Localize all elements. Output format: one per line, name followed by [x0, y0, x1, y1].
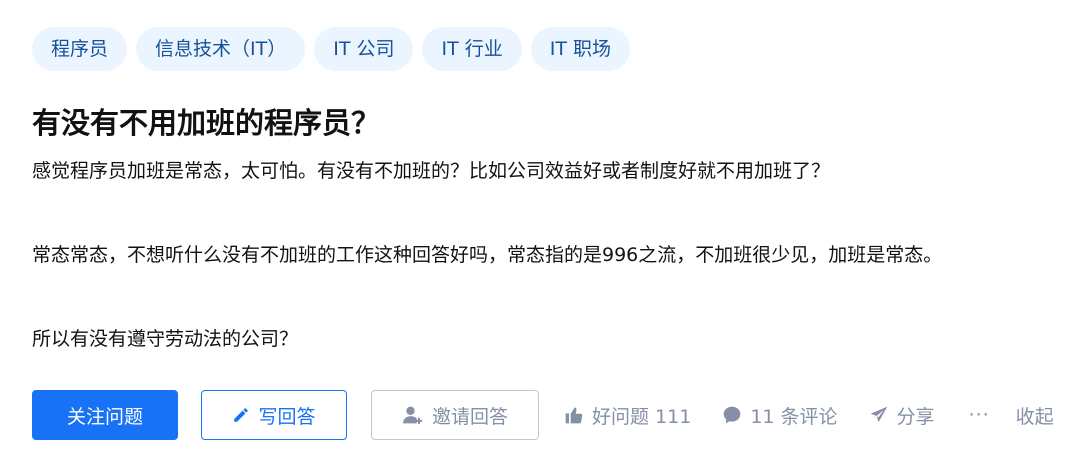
topic-tag-it-workplace[interactable]: IT 职场: [530, 27, 630, 71]
follow-question-button[interactable]: 关注问题: [32, 390, 178, 440]
write-answer-button[interactable]: 写回答: [201, 390, 347, 440]
share-label: 分享: [896, 405, 935, 428]
question-paragraph: 常态常态，不想听什么没有不加班的工作这种回答好吗，常态指的是996之流，不加班很…: [32, 244, 943, 266]
more-icon: ···: [968, 404, 990, 426]
question-paragraph: 感觉程序员加班是常态，太可怕。有没有不加班的？比如公司效益好或者制度好就不用加班…: [32, 160, 831, 182]
invite-answer-button[interactable]: 邀请回答: [371, 390, 539, 440]
question-header: 程序员 信息技术（IT） IT 公司 IT 行业 IT 职场 有没有不用加班的程…: [0, 0, 1072, 456]
more-button[interactable]: ···: [969, 404, 990, 426]
paper-plane-icon: [869, 405, 889, 425]
comments-label: 11 条评论: [750, 405, 838, 428]
collapse-button[interactable]: 收起: [1016, 402, 1054, 429]
topic-tag-programmer[interactable]: 程序员: [32, 27, 128, 71]
topic-tags: 程序员 信息技术（IT） IT 公司 IT 行业 IT 职场: [32, 27, 630, 71]
topic-tag-it-industry[interactable]: IT 行业: [422, 27, 522, 71]
pencil-icon: [232, 406, 250, 424]
share-button[interactable]: 分享: [869, 402, 935, 429]
add-user-icon: [402, 405, 424, 425]
good-question-label: 好问题 111: [592, 405, 692, 428]
topic-tag-it[interactable]: 信息技术（IT）: [136, 27, 306, 71]
comments-button[interactable]: 11 条评论: [722, 402, 838, 429]
write-answer-label: 写回答: [258, 405, 316, 428]
collapse-label: 收起: [1015, 405, 1054, 428]
question-detail: 感觉程序员加班是常态，太可怕。有没有不加班的？比如公司效益好或者制度好就不用加班…: [32, 150, 1060, 360]
question-paragraph: 所以有没有遵守劳动法的公司？: [32, 328, 299, 350]
topic-tag-it-company[interactable]: IT 公司: [314, 27, 414, 71]
question-actions: 关注问题 写回答 邀请回答 好问题 111 11 条评论 分享 ··· 收起: [32, 390, 1060, 440]
follow-question-label: 关注问题: [66, 405, 143, 428]
comment-bubble-icon: [722, 405, 742, 425]
question-title[interactable]: 有没有不用加班的程序员？: [32, 101, 380, 145]
good-question-button[interactable]: 好问题 111: [564, 402, 691, 429]
invite-answer-label: 邀请回答: [431, 405, 508, 428]
thumbs-up-icon: [564, 405, 584, 425]
